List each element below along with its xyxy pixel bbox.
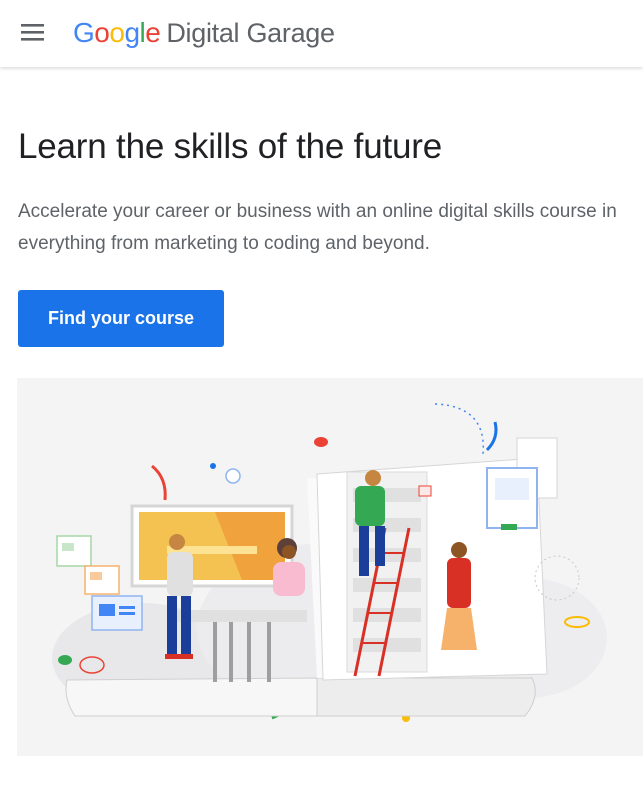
hero-subtitle: Accelerate your career or business with … [18,201,617,254]
logo-google-letter: e [145,17,161,48]
logo-google-letter: g [124,17,140,48]
logo-google-letter: G [73,17,95,48]
logo-google-letter: o [94,17,110,48]
logo-product-name: Digital Garage [166,18,335,48]
logo-google-letter: o [109,17,125,48]
hero-illustration [17,378,643,756]
hamburger-menu-icon[interactable] [19,20,47,46]
hero-title: Learn the skills of the future [18,127,442,166]
find-your-course-button[interactable]: Find your course [18,290,224,347]
google-digital-garage-logo[interactable]: G o o g l e Digital Garage [73,17,335,51]
site-header: G o o g l e Digital Garage [0,0,643,67]
